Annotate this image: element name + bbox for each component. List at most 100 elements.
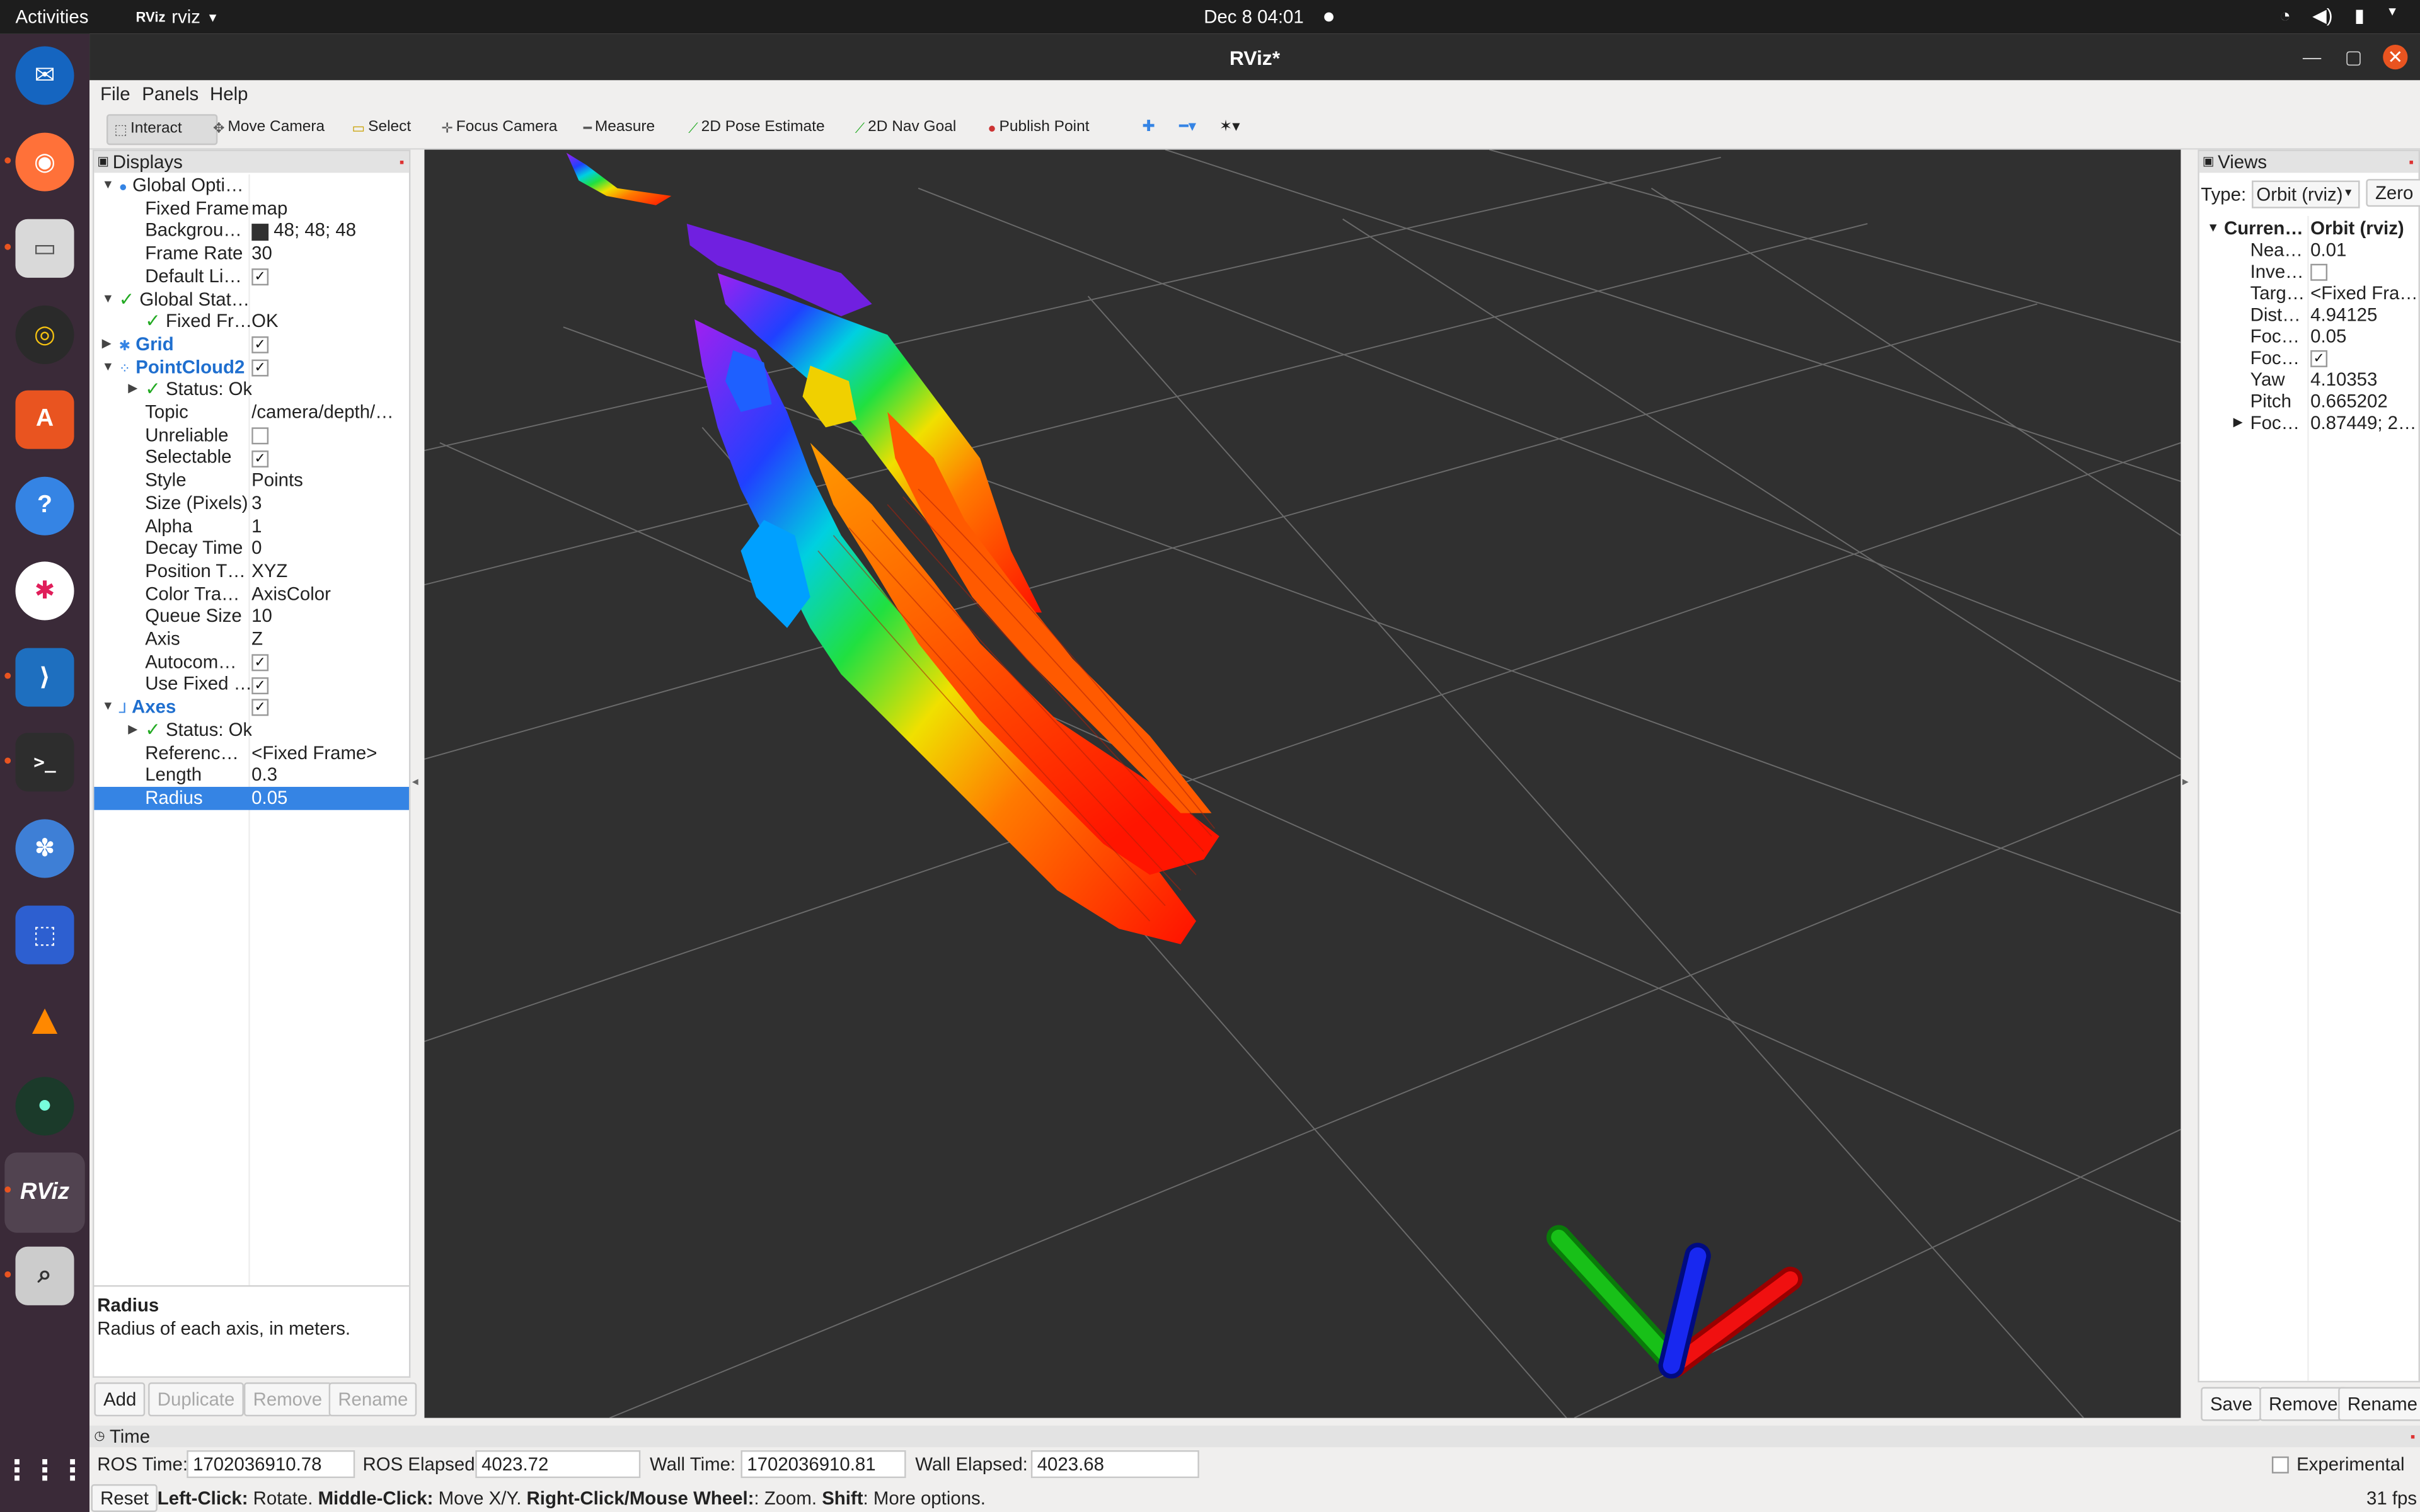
help-icon[interactable]: ?	[15, 476, 74, 536]
checkbox[interactable]: ✓	[251, 699, 269, 717]
tree-row-use-fixed-frame[interactable]: Use Fixed … ✓	[94, 673, 409, 696]
reset-button[interactable]: Reset	[91, 1484, 158, 1512]
tool-select[interactable]: ▭ Select	[346, 114, 417, 142]
vscode-icon[interactable]: ⟩	[15, 648, 74, 707]
tree-value[interactable]: Points	[251, 469, 406, 492]
tree-row-selectable[interactable]: Selectable ✓	[94, 447, 409, 469]
tool-2d-pose-estimate[interactable]: ⟋ 2D Pose Estimate	[682, 114, 831, 142]
tree-value[interactable]: 4.94125	[2310, 304, 2416, 325]
camera-icon[interactable]: ●	[15, 1077, 74, 1136]
system-status-area[interactable]: ◔ ◀) ▮ ▼	[2279, 4, 2399, 26]
tree-value[interactable]: <Fixed Frame>	[251, 742, 406, 764]
thunderbird-icon[interactable]: ✉	[15, 46, 74, 105]
tree-value[interactable]: 10	[251, 605, 406, 628]
tree-value[interactable]: 0.05	[2310, 326, 2416, 347]
close-icon[interactable]: ▪	[400, 151, 405, 173]
tree-value[interactable]: <Fixed Fra…	[2310, 282, 2416, 304]
rename-button[interactable]: Rename	[328, 1382, 418, 1417]
close-icon[interactable]: ▪	[2411, 1426, 2416, 1447]
tree-row-yaw[interactable]: Yaw 4.10353	[2199, 369, 2419, 390]
save-view-button[interactable]: Save	[2201, 1387, 2262, 1421]
checkbox[interactable]: ✓	[251, 677, 269, 694]
tree-row-focal-point[interactable]: ▶ Foc… 0.87449; 2…	[2199, 412, 2419, 433]
splitter-left[interactable]: ◂	[412, 774, 418, 788]
app-menu[interactable]: RViz rviz ▼	[136, 6, 219, 28]
render-viewport[interactable]	[424, 149, 2181, 1418]
menu-panels[interactable]: Panels	[142, 83, 199, 105]
checkbox[interactable]: ✓	[251, 654, 269, 672]
tree-value[interactable]: AxisColor	[251, 583, 406, 605]
rhythmbox-icon[interactable]: ◎	[15, 305, 74, 364]
activities-button[interactable]: Activities	[15, 6, 88, 28]
tree-row-autocompute[interactable]: Autocom… ✓	[94, 651, 409, 673]
tree-row-target-frame[interactable]: Targ… <Fixed Fra…	[2199, 282, 2419, 304]
menu-file[interactable]: File	[100, 83, 130, 105]
tree-row-fixed-frame[interactable]: Fixed Frame map	[94, 197, 409, 220]
firefox-icon[interactable]: ◉	[15, 132, 74, 192]
tool-2d-nav-goal[interactable]: ⟋ 2D Nav Goal	[849, 114, 962, 142]
checkbox[interactable]	[2310, 264, 2328, 282]
tree-value[interactable]: 0.01	[2310, 239, 2416, 261]
tool-move-camera[interactable]: ✥ Move Camera	[207, 114, 331, 142]
checkbox[interactable]: ✓	[251, 359, 269, 377]
ros-time-field[interactable]: 1702036910.78	[187, 1450, 355, 1479]
tree-row-distance[interactable]: Dist… 4.94125	[2199, 304, 2419, 325]
maximize-icon[interactable]: ▢	[2341, 45, 2366, 69]
tree-value[interactable]: 0.665202	[2310, 391, 2416, 412]
screenshot-icon[interactable]: ⬚	[15, 905, 74, 965]
slack-icon[interactable]: ✱	[15, 561, 74, 621]
tool-properties-button[interactable]: ✶▾	[1213, 114, 1246, 142]
tree-value[interactable]: XYZ	[251, 560, 406, 583]
remove-tool-button[interactable]: ━▾	[1173, 114, 1202, 142]
tree-row-background[interactable]: Backgrou… 48; 48; 48	[94, 220, 409, 243]
tree-row-alpha[interactable]: Alpha 1	[94, 515, 409, 537]
tree-row-reference-frame[interactable]: Referenc… <Fixed Frame>	[94, 742, 409, 764]
close-icon[interactable]: ▪	[2409, 151, 2414, 173]
rename-view-button[interactable]: Rename	[2338, 1387, 2420, 1421]
tree-row-near-clip[interactable]: Nea… 0.01	[2199, 239, 2419, 261]
shutter-icon[interactable]: ✽	[15, 819, 74, 878]
close-icon[interactable]: ✕	[2383, 45, 2408, 70]
tree-row-length[interactable]: Length 0.3	[94, 764, 409, 787]
tree-value[interactable]: /camera/depth/…	[251, 401, 406, 424]
remove-button[interactable]: Remove	[243, 1382, 331, 1417]
color-swatch[interactable]	[251, 223, 269, 241]
minimize-icon[interactable]: —	[2300, 45, 2324, 69]
tree-value[interactable]: Z	[251, 628, 406, 651]
tree-row-default-light[interactable]: Default Li… ✓	[94, 265, 409, 288]
search-icon[interactable]: ⌕	[15, 1246, 74, 1305]
tree-row-position-transformer[interactable]: Position T… XYZ	[94, 560, 409, 583]
duplicate-button[interactable]: Duplicate	[148, 1382, 245, 1417]
files-icon[interactable]: ▭	[15, 219, 74, 278]
tree-row-unreliable[interactable]: Unreliable	[94, 424, 409, 447]
tree-row-global-options[interactable]: ▼ ● Global Opti…	[94, 175, 409, 197]
tree-value[interactable]: 0.05	[251, 787, 406, 810]
tool-publish-point[interactable]: ● Publish Point	[982, 114, 1096, 142]
tree-row-topic[interactable]: Topic/camera/depth/…	[94, 401, 409, 424]
tree-value[interactable]: 0	[251, 537, 406, 560]
software-center-icon[interactable]: A	[15, 390, 74, 449]
vlc-icon[interactable]: ▲	[15, 990, 74, 1049]
tree-row-invert-z[interactable]: Inve…	[2199, 261, 2419, 282]
tree-row-global-status[interactable]: ▼ ✓ Global Stat…	[94, 288, 409, 311]
wall-elapsed-field[interactable]: 4023.68	[1030, 1450, 1199, 1479]
tree-value[interactable]: 1	[251, 515, 406, 537]
zero-button[interactable]: Zero	[2366, 179, 2420, 207]
tree-row-color-transformer[interactable]: Color Tra… AxisColor	[94, 583, 409, 605]
checkbox[interactable]: ✓	[2310, 350, 2328, 368]
checkbox[interactable]: ✓	[251, 336, 269, 354]
ros-elapsed-field[interactable]: 4023.72	[475, 1450, 641, 1479]
tool-interact[interactable]: ⬚ Interact	[106, 114, 218, 146]
tree-value[interactable]: 4.10353	[2310, 369, 2416, 390]
view-type-dropdown[interactable]: Orbit (rviz) ▼	[2252, 180, 2360, 209]
experimental-checkbox[interactable]	[2271, 1456, 2289, 1474]
clock[interactable]: Dec 8 04:01	[1204, 6, 1303, 28]
tree-row-focal-shape-size[interactable]: Foc… 0.05	[2199, 326, 2419, 347]
tree-row-decay-time[interactable]: Decay Time 0	[94, 537, 409, 560]
tree-row-current-view[interactable]: ▼ Curren… Orbit (rviz)	[2199, 217, 2419, 239]
tree-row-focal-shape-fixed[interactable]: Foc… ✓	[2199, 347, 2419, 369]
add-button[interactable]: Add	[94, 1382, 146, 1417]
tree-row-size-pixels[interactable]: Size (Pixels) 3	[94, 492, 409, 515]
checkbox[interactable]: ✓	[251, 450, 269, 467]
tree-row-fixed-frame-status[interactable]: ✓ Fixed Fr… OK	[94, 311, 409, 333]
